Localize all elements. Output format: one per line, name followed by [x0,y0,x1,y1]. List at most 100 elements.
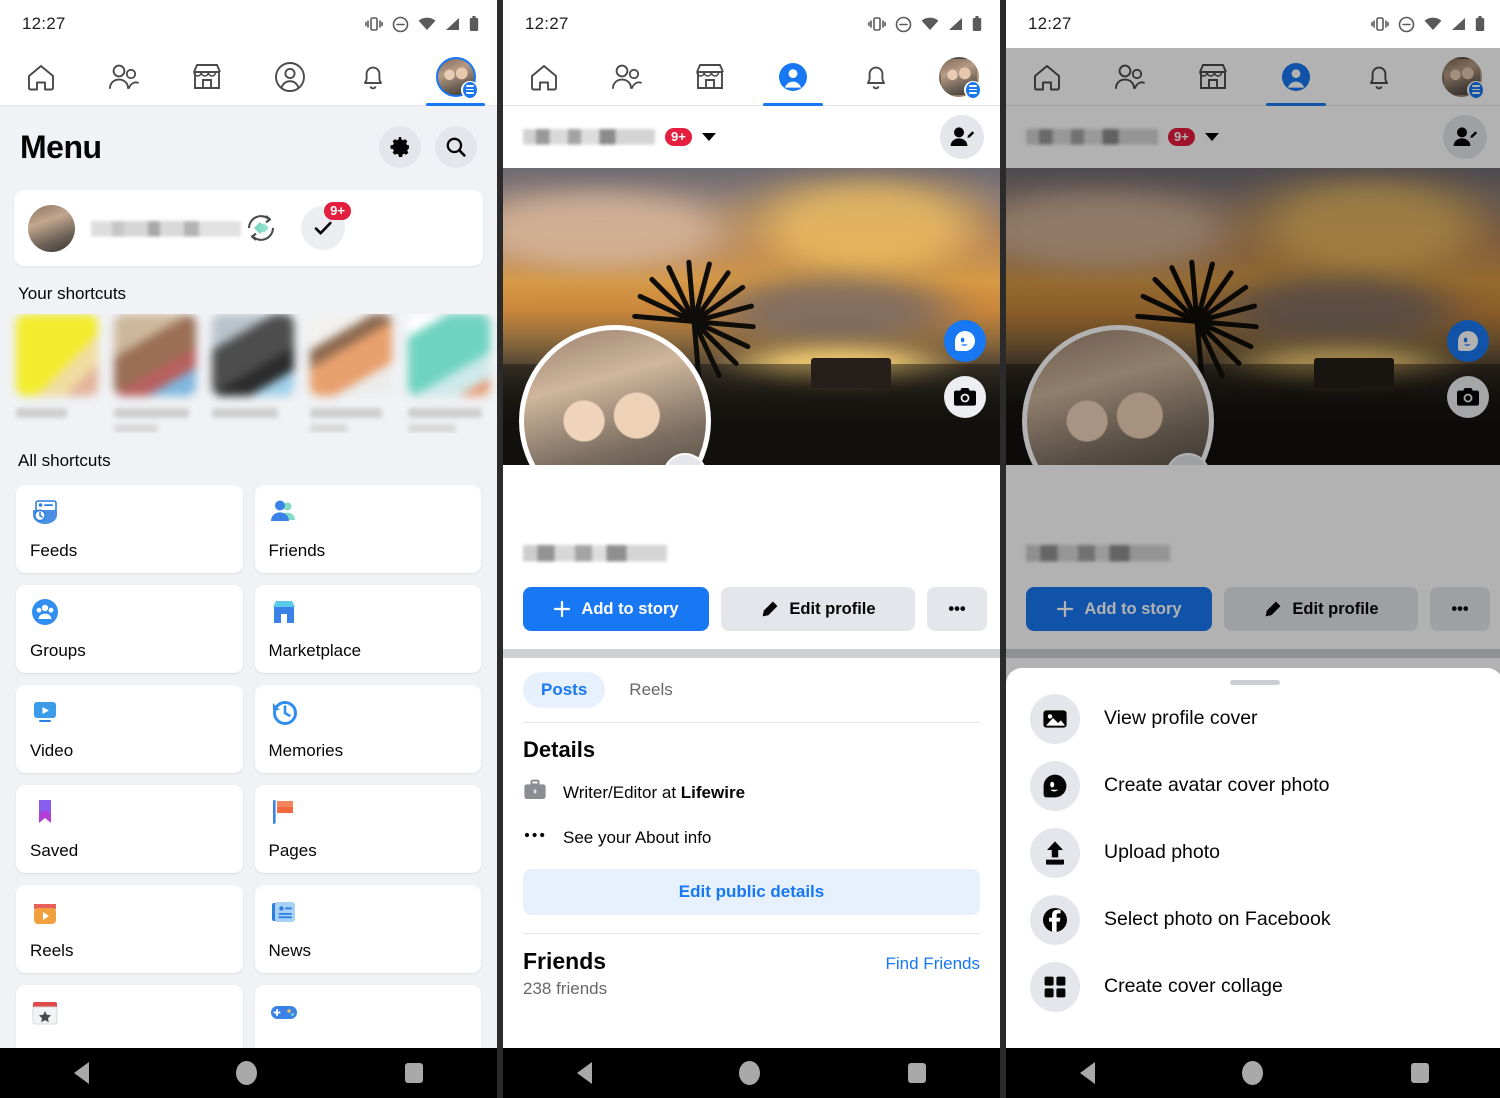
image-icon [1030,693,1080,744]
saved-bookmark-icon [30,797,60,827]
do-not-disturb-icon [1398,16,1415,32]
shortcut-memories[interactable]: Memories [254,685,481,773]
sidebar-item-profile[interactable] [751,48,834,106]
avatar-fab-button[interactable] [944,320,986,362]
cellular-icon [949,18,962,30]
android-nav-bar[interactable] [0,1048,497,1098]
list-item[interactable] [212,314,294,433]
reels-icon [30,897,60,927]
chevron-down-icon[interactable] [701,133,716,141]
back-icon[interactable] [73,1062,89,1084]
find-friends-link[interactable]: Find Friends [886,954,980,974]
home-circle-icon[interactable] [739,1061,761,1085]
menu-item-create-cover-collage[interactable]: Create cover collage [1006,953,1500,1020]
profile-card[interactable]: 9+ [14,190,483,266]
sidebar-item-friends[interactable] [586,48,669,105]
menu-item-upload-photo[interactable]: Upload photo [1006,819,1500,886]
sidebar-item-home[interactable] [503,48,586,105]
profile-name-redacted [91,211,241,245]
list-item[interactable] [114,314,196,433]
detail-about-text: See your About info [563,827,712,847]
your-shortcuts-row[interactable] [0,314,497,433]
sync-icon[interactable] [241,208,281,248]
sidebar-item-menu[interactable] [917,48,1000,105]
add-to-story-button[interactable]: Add to story [523,587,709,631]
shortcut-groups[interactable]: Groups [16,585,243,673]
avatar-menu-icon[interactable] [435,56,479,99]
avatar-menu-icon[interactable] [939,57,982,99]
friends-heading: Friends [523,948,607,974]
list-item[interactable] [310,314,392,433]
shortcut-friends[interactable]: Friends [254,485,481,573]
cover-photo[interactable] [503,168,1000,465]
shortcut-video[interactable]: Video [16,685,243,773]
back-icon[interactable] [1079,1062,1095,1084]
building-silhouette [811,358,891,388]
sidebar-item-menu[interactable] [414,48,497,106]
shortcut-pages[interactable]: Pages [254,785,481,873]
menu-item-view-profile-cover[interactable]: View profile cover [1006,685,1500,752]
sidebar-item-home[interactable] [0,48,83,105]
top-tab-nav[interactable] [503,48,1000,106]
shortcut-label: Pages [268,841,317,860]
sidebar-item-notifications[interactable] [834,48,917,105]
recents-square-icon[interactable] [405,1063,424,1083]
panel-menu: 12:27 Menu 9+ Your shortcuts All shortcu… [0,0,497,1098]
facebook-icon [1030,894,1080,945]
camera-icon [954,388,976,406]
tab-posts[interactable]: Posts [523,672,606,708]
android-nav-bar[interactable] [1006,1048,1500,1098]
status-bar-time: 12:27 [22,14,66,33]
panel-cover-options: 12:27 9+ Add to story Edit profile ••• V… [1006,0,1500,1098]
add-friend-button[interactable] [940,115,984,159]
checkmark-badge[interactable]: 9+ [301,202,351,250]
top-tab-nav[interactable] [0,48,497,106]
menu-item-label: Create avatar cover photo [1104,774,1330,796]
shortcut-news[interactable]: News [254,885,481,973]
android-nav-bar[interactable] [503,1048,1000,1098]
tab-reels[interactable]: Reels [611,672,690,708]
detail-about-row[interactable]: See your About info [503,818,1000,863]
sidebar-item-profile[interactable] [248,48,331,105]
wifi-icon [418,17,436,30]
list-item[interactable] [408,314,490,433]
recents-square-icon[interactable] [1411,1063,1430,1083]
add-to-story-label: Add to story [581,599,679,618]
profile-photo-wrap[interactable] [519,325,711,465]
shortcut-label: Video [30,741,74,760]
shortcut-saved[interactable]: Saved [16,785,243,873]
profile-photo[interactable] [519,325,711,465]
shortcut-gaming[interactable] [254,985,481,1048]
cellular-icon [446,18,459,30]
profile-display-name-redacted [523,539,667,569]
sidebar-item-marketplace[interactable] [669,48,752,105]
shortcut-label: Groups [30,641,86,660]
panel-profile: 12:27 9+ Add to story Edit profile ••• P… [503,0,1000,1098]
back-icon[interactable] [576,1062,592,1084]
profile-name-group[interactable]: 9+ [523,122,716,152]
shortcut-events[interactable] [16,985,243,1048]
more-options-button[interactable]: ••• [927,587,987,631]
menu-item-label: Create cover collage [1104,975,1283,997]
menu-item-select-photo-on-facebook[interactable]: Select photo on Facebook [1006,886,1500,953]
list-item[interactable] [16,314,98,433]
sidebar-item-friends[interactable] [83,48,166,105]
cover-camera-button[interactable] [944,376,986,418]
profile-content-tabs[interactable]: Posts Reels [503,658,1000,722]
shortcut-label: Feeds [30,541,78,560]
sidebar-item-notifications[interactable] [331,48,414,105]
edit-profile-button[interactable]: Edit profile [721,587,915,631]
home-icon [28,64,55,90]
menu-item-create-avatar-cover-photo[interactable]: Create avatar cover photo [1006,752,1500,819]
shortcut-marketplace[interactable]: Marketplace [254,585,481,673]
profile-name-header[interactable]: 9+ [503,106,1000,168]
sidebar-item-marketplace[interactable] [166,48,249,105]
search-button[interactable] [435,126,477,168]
edit-public-details-button[interactable]: Edit public details [523,869,980,915]
shortcut-reels[interactable]: Reels [16,885,243,973]
shortcut-feeds[interactable]: Feeds [16,485,243,573]
recents-square-icon[interactable] [908,1063,927,1083]
home-circle-icon[interactable] [236,1061,258,1085]
home-circle-icon[interactable] [1242,1061,1264,1085]
settings-button[interactable] [379,126,421,168]
